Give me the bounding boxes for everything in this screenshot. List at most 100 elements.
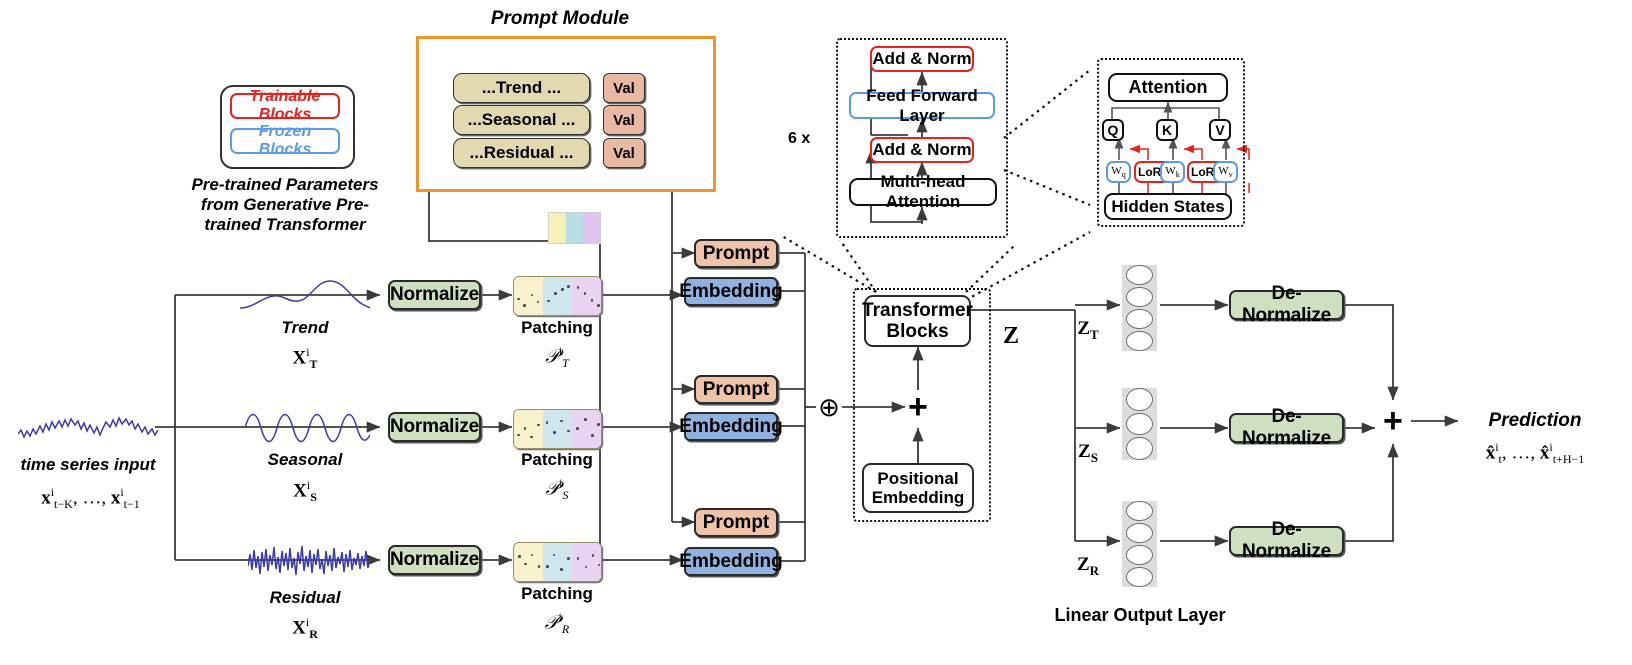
prompt-row-trend-label: ...Trend ... (481, 78, 562, 97)
patch-segment-2 (543, 410, 572, 448)
neuron (1126, 265, 1153, 285)
patch-segment-1 (514, 543, 543, 581)
encoder-repeat-label: 6 x (788, 130, 811, 147)
prompt-row-seasonal-label: ...Seasonal ... (467, 110, 576, 129)
prompt-trend-label: Prompt (702, 242, 770, 264)
positional-embedding-line2: Embedding (871, 488, 965, 507)
neuron (1126, 437, 1153, 461)
trend-math: XiT (292, 345, 318, 372)
prompt-val-residual-label: Val (613, 144, 635, 162)
positional-embedding: Positional Embedding (862, 463, 974, 513)
prompt-val-trend-label: Val (613, 79, 635, 97)
linear-layer-seasonal (1122, 388, 1157, 461)
neuron (1126, 287, 1153, 307)
patch-segment-3 (572, 277, 601, 315)
denormalize-trend-label: De-Normalize (1241, 283, 1331, 326)
denormalize-residual-label: De-Normalize (1241, 519, 1331, 562)
prompt-seasonal[interactable]: Prompt (694, 375, 778, 404)
add-norm-top-label: Add & Norm (872, 49, 972, 68)
patching-residual-label: Patching (521, 584, 593, 603)
time-series-input-math: xit−K, …, xit−1 (41, 485, 140, 512)
transformer-blocks-line1: Transformer (862, 299, 973, 321)
multi-head-attention: Multi-head Attention (849, 172, 997, 211)
prompt-row-trend[interactable]: ...Trend ... (453, 73, 590, 103)
normalize-residual-label: Normalize (390, 549, 480, 570)
legend-caption-line1: Pre-trained Parameters (191, 175, 379, 194)
embedding-seasonal[interactable]: Embedding (679, 412, 783, 441)
feed-forward-layer: Feed Forward Layer (849, 86, 995, 125)
prompt-row-residual-label: ...Residual ... (469, 143, 574, 162)
normalize-residual[interactable]: Normalize (388, 545, 481, 575)
patch-segment-3 (572, 410, 601, 448)
seasonal-math: XiS (293, 478, 317, 505)
patch-segment-1 (514, 410, 543, 448)
wq-block: Wq (1106, 161, 1131, 183)
legend-caption-line3: trained Transformer (204, 215, 366, 234)
prompt-val-seasonal-label: Val (613, 111, 635, 129)
neuron (1126, 331, 1153, 351)
prediction-math: x̂it, …, x̂it+H−1 (1485, 440, 1585, 467)
final-sum-symbol: + (1383, 402, 1403, 440)
denormalize-residual[interactable]: De-Normalize (1229, 519, 1344, 562)
attention-block: Attention (1108, 73, 1228, 102)
patch-color-swatch (548, 212, 601, 244)
neuron (1126, 388, 1153, 411)
normalize-seasonal-label: Normalize (390, 416, 480, 437)
linear-layer-residual (1122, 501, 1157, 587)
legend-trainable-blocks: Trainable Blocks (230, 88, 340, 123)
prompt-trend[interactable]: Prompt (694, 239, 778, 268)
prompt-val-seasonal[interactable]: Val (603, 105, 645, 135)
prompt-module-title: Prompt Module (490, 8, 630, 29)
trend-signal (240, 280, 370, 309)
neuron (1126, 567, 1153, 587)
patching-residual (513, 542, 602, 582)
embedding-trend[interactable]: Embedding (679, 277, 783, 306)
patching-seasonal-math: 𝒫iS (545, 476, 569, 503)
k-block: K (1156, 119, 1178, 141)
prompt-residual[interactable]: Prompt (694, 508, 778, 537)
circle-plus-merge: ⊕ (818, 392, 840, 422)
positional-embedding-line1: Positional (877, 468, 959, 488)
prompt-val-trend[interactable]: Val (603, 73, 645, 103)
neuron (1126, 412, 1153, 436)
residual-signal (248, 545, 370, 576)
prompt-val-residual[interactable]: Val (603, 138, 645, 168)
legend-frozen-label: Frozen Blocks (258, 123, 312, 158)
patch-segment-3 (572, 543, 601, 581)
time-series-input-signal (18, 416, 158, 439)
z-trend-label: ZT (1077, 318, 1099, 342)
patching-seasonal (513, 409, 602, 449)
patching-residual-math: 𝒫iR (544, 610, 570, 637)
embedding-residual[interactable]: Embedding (679, 547, 783, 576)
k-label: K (1161, 122, 1173, 138)
q-label: Q (1107, 122, 1119, 138)
wk-block: Wk (1160, 161, 1185, 183)
normalize-trend-label: Normalize (390, 284, 480, 305)
neuron (1126, 545, 1153, 565)
transformer-blocks-line2: Blocks (886, 321, 949, 342)
v-label: V (1215, 122, 1225, 138)
hidden-states-label: Hidden States (1111, 196, 1225, 216)
add-norm-bottom: Add & Norm (870, 137, 974, 163)
prompt-residual-label: Prompt (702, 511, 770, 533)
normalize-seasonal[interactable]: Normalize (388, 412, 481, 442)
patch-segment-2 (543, 277, 572, 315)
core-sum-symbol: + (908, 388, 928, 426)
denormalize-trend[interactable]: De-Normalize (1229, 283, 1344, 326)
neuron (1126, 501, 1153, 521)
time-series-input-caption: time series input (20, 455, 156, 474)
residual-math: XiR (292, 615, 318, 642)
denormalize-seasonal[interactable]: De-Normalize (1229, 406, 1344, 449)
residual-label: Residual (269, 588, 341, 607)
legend-trainable-label: Trainable Blocks (249, 88, 321, 123)
add-norm-top: Add & Norm (870, 46, 974, 72)
patch-segment-1 (514, 277, 543, 315)
patch-segment-2 (543, 543, 572, 581)
prompt-row-seasonal[interactable]: ...Seasonal ... (453, 105, 590, 135)
normalize-trend[interactable]: Normalize (388, 280, 481, 310)
z-residual-label: ZR (1076, 554, 1100, 578)
linear-output-layer-caption: Linear Output Layer (1054, 605, 1226, 625)
hidden-states-block: Hidden States (1104, 193, 1232, 220)
prompt-row-residual[interactable]: ...Residual ... (453, 138, 590, 168)
patching-trend (513, 276, 602, 316)
